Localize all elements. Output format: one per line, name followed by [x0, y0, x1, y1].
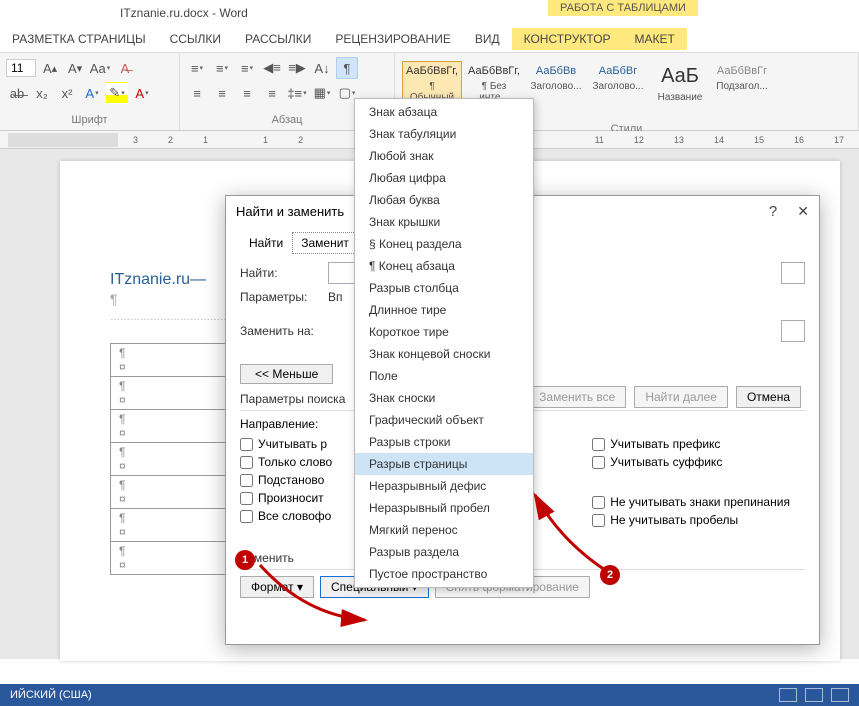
menu-line-break[interactable]: Разрыв строки: [355, 431, 533, 453]
check-word-forms[interactable]: Все словофо: [240, 509, 332, 523]
doc-text: ITznanie.ru—: [110, 271, 206, 288]
style-heading1[interactable]: АаБбВв Заголово...: [526, 61, 586, 119]
annotation-2: 2: [600, 565, 620, 585]
numbering-icon[interactable]: ≡▾: [211, 57, 233, 79]
sort-icon[interactable]: A↓: [311, 57, 333, 79]
direction-label: Направление:: [240, 417, 318, 431]
font-group: 11 A▴ A▾ Aa▾ A̶ a̶b̶ x₂ x² A▾ ✎▾ A▾ Шриф…: [0, 53, 180, 130]
menu-section-break[interactable]: Разрыв раздела: [355, 541, 533, 563]
font-color-icon[interactable]: A▾: [131, 82, 153, 104]
style-title[interactable]: АаБ Название: [650, 61, 710, 119]
less-button[interactable]: << Меньше: [240, 364, 333, 384]
annotation-1: 1: [235, 550, 255, 570]
replace-all-button[interactable]: Заменить все: [528, 386, 626, 408]
bullets-icon[interactable]: ≡▾: [186, 57, 208, 79]
dialog-title-text: Найти и заменить: [236, 204, 344, 219]
justify-icon[interactable]: ≡: [261, 82, 283, 104]
help-icon[interactable]: ?: [769, 203, 777, 220]
menu-opt-hyphen[interactable]: Мягкий перенос: [355, 519, 533, 541]
font-size-input[interactable]: 11: [6, 59, 36, 77]
menu-any-letter[interactable]: Любая буква: [355, 189, 533, 211]
menu-endnote-mark[interactable]: Знак концевой сноски: [355, 343, 533, 365]
tab-mailings[interactable]: РАССЫЛКИ: [233, 28, 323, 50]
check-ignore-space[interactable]: Не учитывать пробелы: [592, 513, 790, 527]
line-spacing-icon[interactable]: ‡≡▾: [286, 82, 308, 104]
subscript-icon[interactable]: x₂: [31, 82, 53, 104]
menu-nonbreak-hyphen[interactable]: Неразрывный дефис: [355, 475, 533, 497]
title-bar: ITznanie.ru.docx - Word: [0, 0, 859, 25]
check-suffix[interactable]: Учитывать суффикс: [592, 455, 790, 469]
check-sounds-like[interactable]: Произносит: [240, 491, 332, 505]
align-left-icon[interactable]: ≡: [186, 82, 208, 104]
menu-caret[interactable]: Знак крышки: [355, 211, 533, 233]
find-next-button[interactable]: Найти далее: [634, 386, 728, 408]
menu-any-digit[interactable]: Любая цифра: [355, 167, 533, 189]
tab-review[interactable]: РЕЦЕНЗИРОВАНИЕ: [323, 28, 462, 50]
replace-dropdown[interactable]: [781, 320, 805, 342]
cancel-button[interactable]: Отмена: [736, 386, 801, 408]
align-right-icon[interactable]: ≡: [236, 82, 258, 104]
strikethrough-icon[interactable]: a̶b̶: [6, 82, 28, 104]
find-label: Найти:: [240, 266, 320, 280]
menu-en-dash[interactable]: Короткое тире: [355, 321, 533, 343]
check-prefix[interactable]: Учитывать префикс: [592, 437, 790, 451]
shrink-font-icon[interactable]: A▾: [64, 57, 86, 79]
check-match-case[interactable]: Учитывать р: [240, 437, 332, 451]
menu-field[interactable]: Поле: [355, 365, 533, 387]
shading-icon[interactable]: ▦▾: [311, 82, 333, 104]
status-bar: ИЙСКИЙ (США): [0, 684, 859, 706]
multilevel-icon[interactable]: ≡▾: [236, 57, 258, 79]
menu-white-space[interactable]: Пустое пространство: [355, 563, 533, 585]
replace-label: Заменить на:: [240, 324, 320, 338]
decrease-indent-icon[interactable]: ◀≡: [261, 57, 283, 79]
tab-references[interactable]: ССЫЛКИ: [158, 28, 233, 50]
window-title: ITznanie.ru.docx - Word: [120, 6, 248, 20]
close-icon[interactable]: ✕: [797, 203, 809, 220]
tab-design[interactable]: КОНСТРУКТОР: [512, 28, 623, 50]
menu-section-end[interactable]: § Конец раздела: [355, 233, 533, 255]
menu-column-break[interactable]: Разрыв столбца: [355, 277, 533, 299]
menu-para-end[interactable]: ¶ Конец абзаца: [355, 255, 533, 277]
change-case-icon[interactable]: Aa▾: [89, 57, 111, 79]
menu-nonbreak-space[interactable]: Неразрывный пробел: [355, 497, 533, 519]
ribbon-tabs: РАЗМЕТКА СТРАНИЦЫ ССЫЛКИ РАССЫЛКИ РЕЦЕНЗ…: [0, 25, 859, 53]
view-web-icon[interactable]: [831, 688, 849, 702]
menu-tab-char[interactable]: Знак табуляции: [355, 123, 533, 145]
grow-font-icon[interactable]: A▴: [39, 57, 61, 79]
menu-page-break[interactable]: Разрыв страницы: [355, 453, 533, 475]
table-tools-header: РАБОТА С ТАБЛИЦАМИ: [548, 0, 698, 16]
params-label: Параметры:: [240, 290, 320, 304]
find-dropdown[interactable]: [781, 262, 805, 284]
tab-layout[interactable]: МАКЕТ: [623, 28, 687, 50]
increase-indent-icon[interactable]: ≡▶: [286, 57, 308, 79]
text-effects-icon[interactable]: A▾: [81, 82, 103, 104]
menu-any-char[interactable]: Любой знак: [355, 145, 533, 167]
style-subtitle[interactable]: АаБбВвГг Подзагол...: [712, 61, 772, 119]
status-language[interactable]: ИЙСКИЙ (США): [10, 689, 92, 701]
check-ignore-punct[interactable]: Не учитывать знаки препинания: [592, 495, 790, 509]
tab-page-layout[interactable]: РАЗМЕТКА СТРАНИЦЫ: [0, 28, 158, 50]
menu-paragraph-mark[interactable]: Знак абзаца: [355, 101, 533, 123]
clear-format-icon[interactable]: A̶: [114, 57, 136, 79]
align-center-icon[interactable]: ≡: [211, 82, 233, 104]
tab-replace-dlg[interactable]: Заменит: [292, 232, 358, 254]
font-group-label: Шрифт: [6, 114, 173, 126]
arrow-1: [255, 560, 375, 633]
tab-find-dlg[interactable]: Найти: [240, 232, 292, 254]
style-heading2[interactable]: АаБбВг Заголово...: [588, 61, 648, 119]
superscript-icon[interactable]: x²: [56, 82, 78, 104]
params-value: Вп: [328, 290, 343, 304]
view-read-icon[interactable]: [779, 688, 797, 702]
show-marks-icon[interactable]: ¶: [336, 57, 358, 79]
menu-em-dash[interactable]: Длинное тире: [355, 299, 533, 321]
special-menu: Знак абзаца Знак табуляции Любой знак Лю…: [354, 98, 534, 588]
check-wildcards[interactable]: Подстаново: [240, 473, 332, 487]
view-print-icon[interactable]: [805, 688, 823, 702]
check-whole-word[interactable]: Только слово: [240, 455, 332, 469]
menu-graphic[interactable]: Графический объект: [355, 409, 533, 431]
highlight-icon[interactable]: ✎▾: [106, 82, 128, 104]
menu-footnote-mark[interactable]: Знак сноски: [355, 387, 533, 409]
tab-view[interactable]: ВИД: [463, 28, 512, 50]
